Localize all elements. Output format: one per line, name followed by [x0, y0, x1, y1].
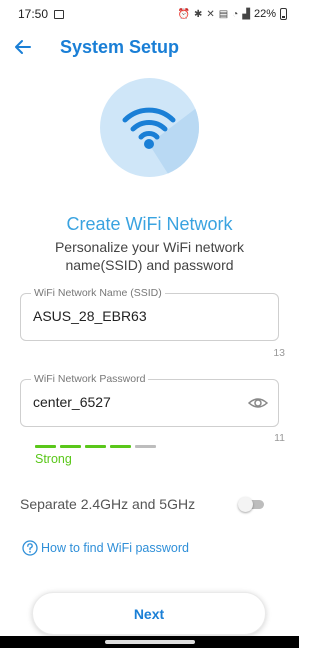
password-field-label: WiFi Network Password [31, 373, 149, 385]
strength-segment [135, 445, 156, 448]
ssid-counter: 13 [273, 347, 285, 359]
image-icon [54, 9, 65, 19]
ssid-field[interactable]: WiFi Network Name (SSID) ASUS_28_EBR63 [20, 287, 279, 341]
strength-segment [110, 445, 131, 448]
password-counter: 11 [274, 432, 285, 444]
password-strength-label: Strong [35, 452, 72, 466]
battery-icon [280, 8, 287, 20]
password-field[interactable]: WiFi Network Password center_6527 [20, 373, 279, 427]
help-link-text[interactable]: How to find WiFi password [41, 541, 189, 555]
strength-segment [85, 445, 106, 448]
section-title: Create WiFi Network [66, 214, 233, 234]
wifi-icon [122, 106, 199, 177]
separate-bands-label: Separate 2.4GHz and 5GHz [20, 496, 196, 512]
battery-percent: 22% [253, 8, 276, 20]
ssid-field-label: WiFi Network Name (SSID) [31, 287, 165, 299]
page-title: System Setup [60, 37, 180, 57]
home-indicator[interactable] [105, 640, 195, 644]
separate-bands-row: Separate 2.4GHz and 5GHz [20, 495, 269, 515]
mute-icon: ✕ [206, 8, 215, 20]
status-time: 17:50 [18, 7, 49, 21]
section-subtitle: Personalize your WiFi network name(SSID)… [54, 239, 245, 273]
bluetooth-icon: ✱ [193, 8, 203, 20]
next-button[interactable]: Next [32, 592, 266, 635]
password-input[interactable]: center_6527 [33, 394, 111, 410]
hero-illustration [100, 78, 199, 177]
next-button-label: Next [133, 605, 165, 622]
status-bar: 17:50 ⏰ ✱ ✕ ▤ ◔ ▟ 22% [0, 0, 299, 28]
help-circle-icon [22, 540, 38, 556]
alarm-icon: ⏰ [177, 8, 190, 20]
password-strength-meter [35, 445, 156, 448]
ssid-input[interactable]: ASUS_28_EBR63 [33, 308, 147, 324]
strength-segment [35, 445, 56, 448]
how-to-find-password-link[interactable]: How to find WiFi password [22, 540, 189, 556]
toggle-knob [238, 497, 253, 512]
volte-icon: ▤ [218, 8, 229, 20]
separate-bands-toggle[interactable] [238, 497, 264, 512]
signal-icon: ▟ [242, 8, 250, 20]
strength-segment [60, 445, 81, 448]
header: System Setup [0, 30, 299, 64]
status-left: 17:50 [18, 7, 65, 21]
status-right: ⏰ ✱ ✕ ▤ ◔ ▟ 22% [178, 8, 287, 20]
eye-icon[interactable] [247, 394, 269, 412]
arrow-left-icon[interactable] [12, 36, 34, 58]
wifi-status-icon: ◔ [232, 8, 239, 20]
system-nav-bar [0, 636, 299, 648]
